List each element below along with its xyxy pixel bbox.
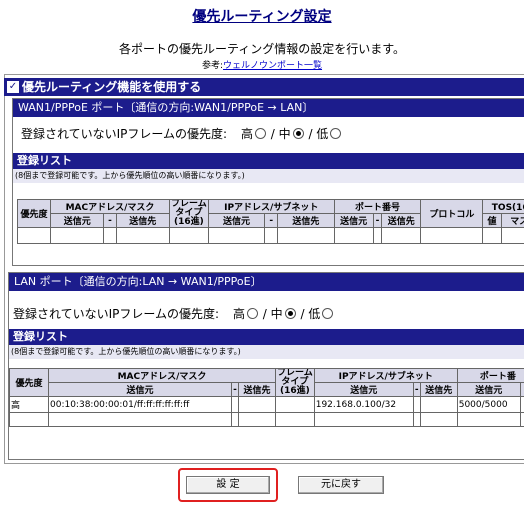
page-description: 各ポートの優先ルーティング情報の設定を行います。 xyxy=(118,42,406,56)
feature-enable-label: 優先ルーティング機能を使用する xyxy=(22,80,202,94)
col-ip-dst: 送信先 xyxy=(419,382,458,397)
wan-option-mid-label: 中 xyxy=(278,127,291,141)
row-mac-src: 00:10:38:00:00:01/ff:ff:ff:ff:ff:ff xyxy=(48,396,232,413)
table-row[interactable] xyxy=(17,227,524,244)
col-ip-src: 送信元 xyxy=(313,382,414,397)
row-priority: 高 xyxy=(9,396,49,413)
lan-radio-mid[interactable] xyxy=(284,308,296,319)
lan-register-table: 優先度 MACアドレス/マスク フレーム タイプ (16進) IPアドレス/サブネッ… xyxy=(9,368,524,427)
lan-option-low-label: 低 xyxy=(308,307,321,321)
row-ip-src: 192.168.0.100/32 xyxy=(313,396,414,413)
wan-option-high-label: 高 xyxy=(240,127,253,141)
col-port-src: 送信元 xyxy=(333,213,374,228)
table-row[interactable]: 高 00:10:38:00:00:01/ff:ff:ff:ff:ff:ff 19… xyxy=(9,396,524,413)
well-known-ports-link[interactable]: ウェルノウンポート一覧 xyxy=(223,61,322,71)
col-port-dash: - xyxy=(372,213,383,228)
lan-radio-low[interactable] xyxy=(322,308,334,319)
wan-port-header: WAN1/PPPoE ポート〔通信の方向:WAN1/PPPoE → LAN〕 xyxy=(13,99,524,117)
lan-radio-high[interactable] xyxy=(246,308,258,319)
wan-register-table: 優先度 MACアドレス/マスク フレーム タイプ (16進) IPアドレス/サブネッ… xyxy=(17,199,524,244)
wan-list-title: 登録リスト xyxy=(13,153,524,169)
col-mac: MACアドレス/マスク xyxy=(50,199,170,214)
wan-priority-row: 登録されていないIPフレームの優先度: 高 / 中 / 低 xyxy=(21,125,342,142)
reset-button[interactable]: 元に戻す xyxy=(298,476,384,494)
lan-list-note: (8個まで登録可能です。上から優先順位の高い順番になります。) xyxy=(9,345,524,359)
lan-list-title: 登録リスト xyxy=(9,329,524,345)
wan-radio-low[interactable] xyxy=(330,128,342,139)
lan-priority-label: 登録されていないIPフレームの優先度: xyxy=(13,307,220,321)
lan-list-section: 登録リスト (8個まで登録可能です。上から優先順位の高い順番になります。) xyxy=(9,329,524,359)
col-priority: 優先度 xyxy=(9,368,49,397)
feature-enable-checkbox[interactable]: ✓ xyxy=(7,80,19,93)
wan-option-low-label: 低 xyxy=(316,127,329,141)
feature-enable-bar: ✓ 優先ルーティング機能を使用する xyxy=(4,78,524,96)
col-mac-dash: - xyxy=(231,382,239,397)
wan-list-note: (8個まで登録可能です。上から優先順位の高い順番になります。) xyxy=(13,169,524,183)
col-mac-src: 送信元 xyxy=(48,382,232,397)
col-port: ポート番 xyxy=(456,368,524,383)
col-mac: MACアドレス/マスク xyxy=(48,368,276,383)
col-priority: 優先度 xyxy=(17,199,51,228)
col-ip: IPアドレス/サブネット xyxy=(313,368,458,383)
col-port-dash: - xyxy=(519,382,524,397)
col-port-src: 送信元 xyxy=(456,382,521,397)
col-tos: TOS(16進 xyxy=(482,199,524,214)
set-button[interactable]: 設 定 xyxy=(186,476,270,494)
col-frame: フレーム タイプ (16進) xyxy=(275,368,315,397)
col-mac-src: 送信元 xyxy=(49,213,105,228)
col-ip-dash: - xyxy=(412,382,421,397)
col-ip-src: 送信元 xyxy=(207,213,266,228)
col-frame: フレーム タイプ (16進) xyxy=(169,199,209,228)
col-ip-dash: - xyxy=(264,213,279,228)
lan-priority-row: 登録されていないIPフレームの優先度: 高 / 中 / 低 xyxy=(13,305,334,322)
wan-radio-mid[interactable] xyxy=(292,128,304,139)
lan-option-high-label: 高 xyxy=(232,307,245,321)
reference-line: 参考:ウェルノウンポート一覧 xyxy=(0,58,524,71)
col-mac-dst: 送信先 xyxy=(115,213,170,228)
lan-port-panel: LAN ポート〔通信の方向:LAN → WAN1/PPPoE〕 登録されていない… xyxy=(8,272,524,460)
col-ip-dst: 送信先 xyxy=(277,213,335,228)
wan-list-section: 登録リスト (8個まで登録可能です。上から優先順位の高い順番になります。) xyxy=(13,153,524,183)
wan-port-panel: WAN1/PPPoE ポート〔通信の方向:WAN1/PPPoE → LAN〕 登… xyxy=(12,98,524,266)
lan-option-mid-label: 中 xyxy=(270,307,283,321)
page-title: 優先ルーティング設定 xyxy=(192,9,332,25)
col-mac-dst: 送信先 xyxy=(238,382,276,397)
wan-radio-high[interactable] xyxy=(254,128,266,139)
row-port-src: 5000/5000 xyxy=(456,396,521,413)
col-tos-mask: マスク xyxy=(500,213,524,228)
col-tos-value: 値 xyxy=(482,213,502,228)
col-protocol: プロトコル xyxy=(420,199,484,228)
col-port: ポート番号 xyxy=(333,199,422,214)
col-port-dst: 送信先 xyxy=(381,213,422,228)
lan-port-header: LAN ポート〔通信の方向:LAN → WAN1/PPPoE〕 xyxy=(9,273,524,291)
table-row[interactable] xyxy=(9,412,524,427)
reference-label: 参考: xyxy=(201,61,224,71)
col-mac-dash: - xyxy=(103,213,117,228)
wan-priority-label: 登録されていないIPフレームの優先度: xyxy=(21,127,228,141)
col-ip: IPアドレス/サブネット xyxy=(207,199,335,214)
